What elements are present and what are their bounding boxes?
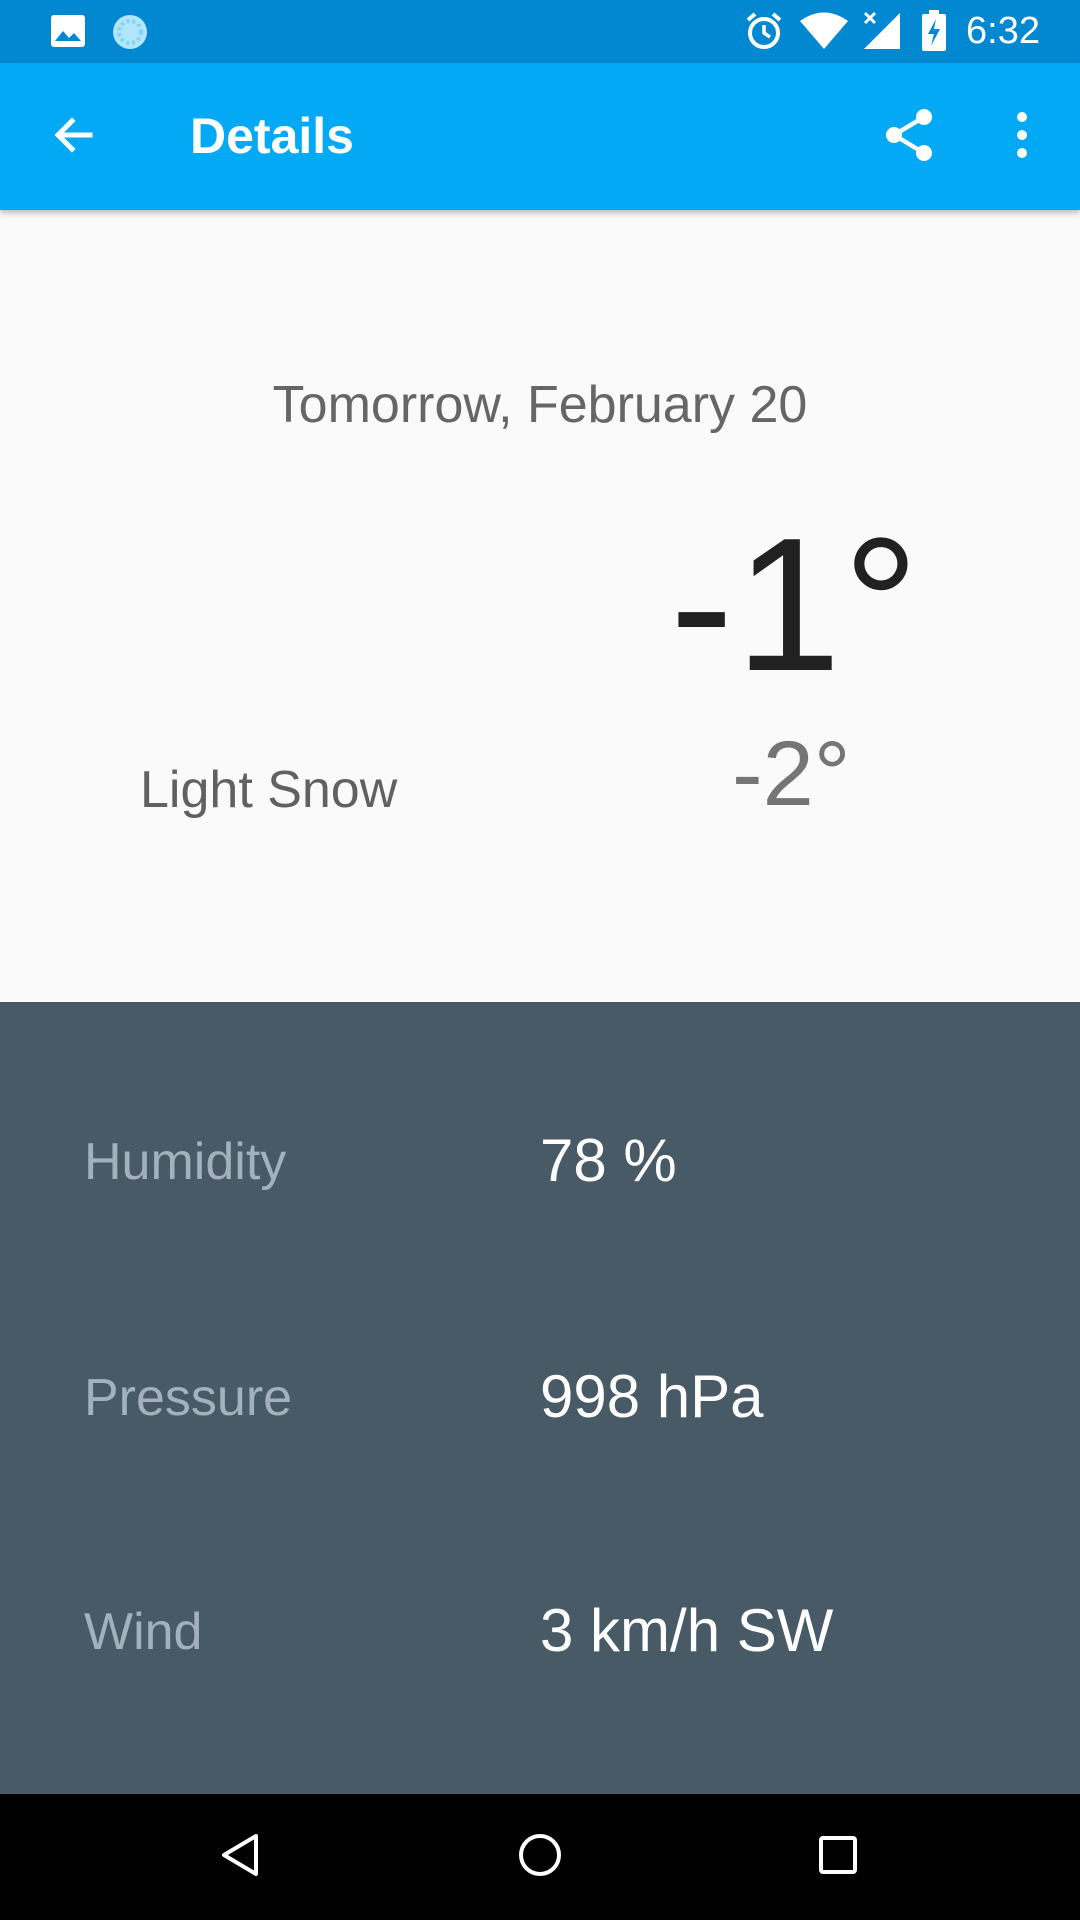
- nav-home-button[interactable]: [500, 1817, 580, 1897]
- battery-charging-icon: [921, 10, 947, 57]
- forecast-date: Tomorrow, February 20: [272, 376, 808, 434]
- sync-icon: [111, 13, 149, 56]
- wind-label: Wind: [84, 1603, 203, 1661]
- humidity-label: Humidity: [84, 1133, 287, 1191]
- wifi-icon: [800, 12, 848, 55]
- signal-icon: [862, 10, 902, 55]
- forecast-summary: Tomorrow, February 20 -1° Light Snow -2°: [0, 210, 1080, 1002]
- back-triangle-icon: [218, 1832, 262, 1883]
- detail-row-wind: Wind 3 km/h SW: [0, 1572, 1080, 1692]
- share-icon: [884, 107, 936, 168]
- nav-back-button[interactable]: [200, 1817, 280, 1897]
- detail-row-humidity: Humidity 78 %: [0, 1102, 1080, 1222]
- status-bar: 6:32: [0, 0, 1080, 63]
- humidity-value: 78 %: [540, 1127, 677, 1194]
- pressure-label: Pressure: [84, 1369, 293, 1427]
- weather-condition: Light Snow: [140, 761, 398, 819]
- more-vert-icon: [1014, 111, 1030, 164]
- home-circle-icon: [517, 1832, 563, 1883]
- detail-row-pressure: Pressure 998 hPa: [0, 1338, 1080, 1458]
- back-arrow-icon: [50, 111, 98, 164]
- details-panel: Humidity 78 % Pressure 998 hPa Wind 3 km…: [0, 1002, 1080, 1794]
- app-bar: Details: [0, 63, 1080, 210]
- alarm-icon: [744, 11, 784, 56]
- more-options-button[interactable]: [978, 93, 1066, 181]
- back-button[interactable]: [30, 93, 118, 181]
- page-title: Details: [190, 108, 354, 164]
- navigation-bar: [0, 1794, 1080, 1920]
- low-temperature: -2°: [732, 723, 851, 825]
- pressure-value: 998 hPa: [540, 1363, 764, 1430]
- status-time: 6:32: [966, 10, 1040, 52]
- recents-square-icon: [818, 1835, 858, 1880]
- share-button[interactable]: [866, 93, 954, 181]
- nav-recents-button[interactable]: [798, 1817, 878, 1897]
- wind-value: 3 km/h SW: [540, 1597, 834, 1664]
- high-temperature: -1°: [670, 499, 921, 711]
- image-icon: [50, 14, 86, 53]
